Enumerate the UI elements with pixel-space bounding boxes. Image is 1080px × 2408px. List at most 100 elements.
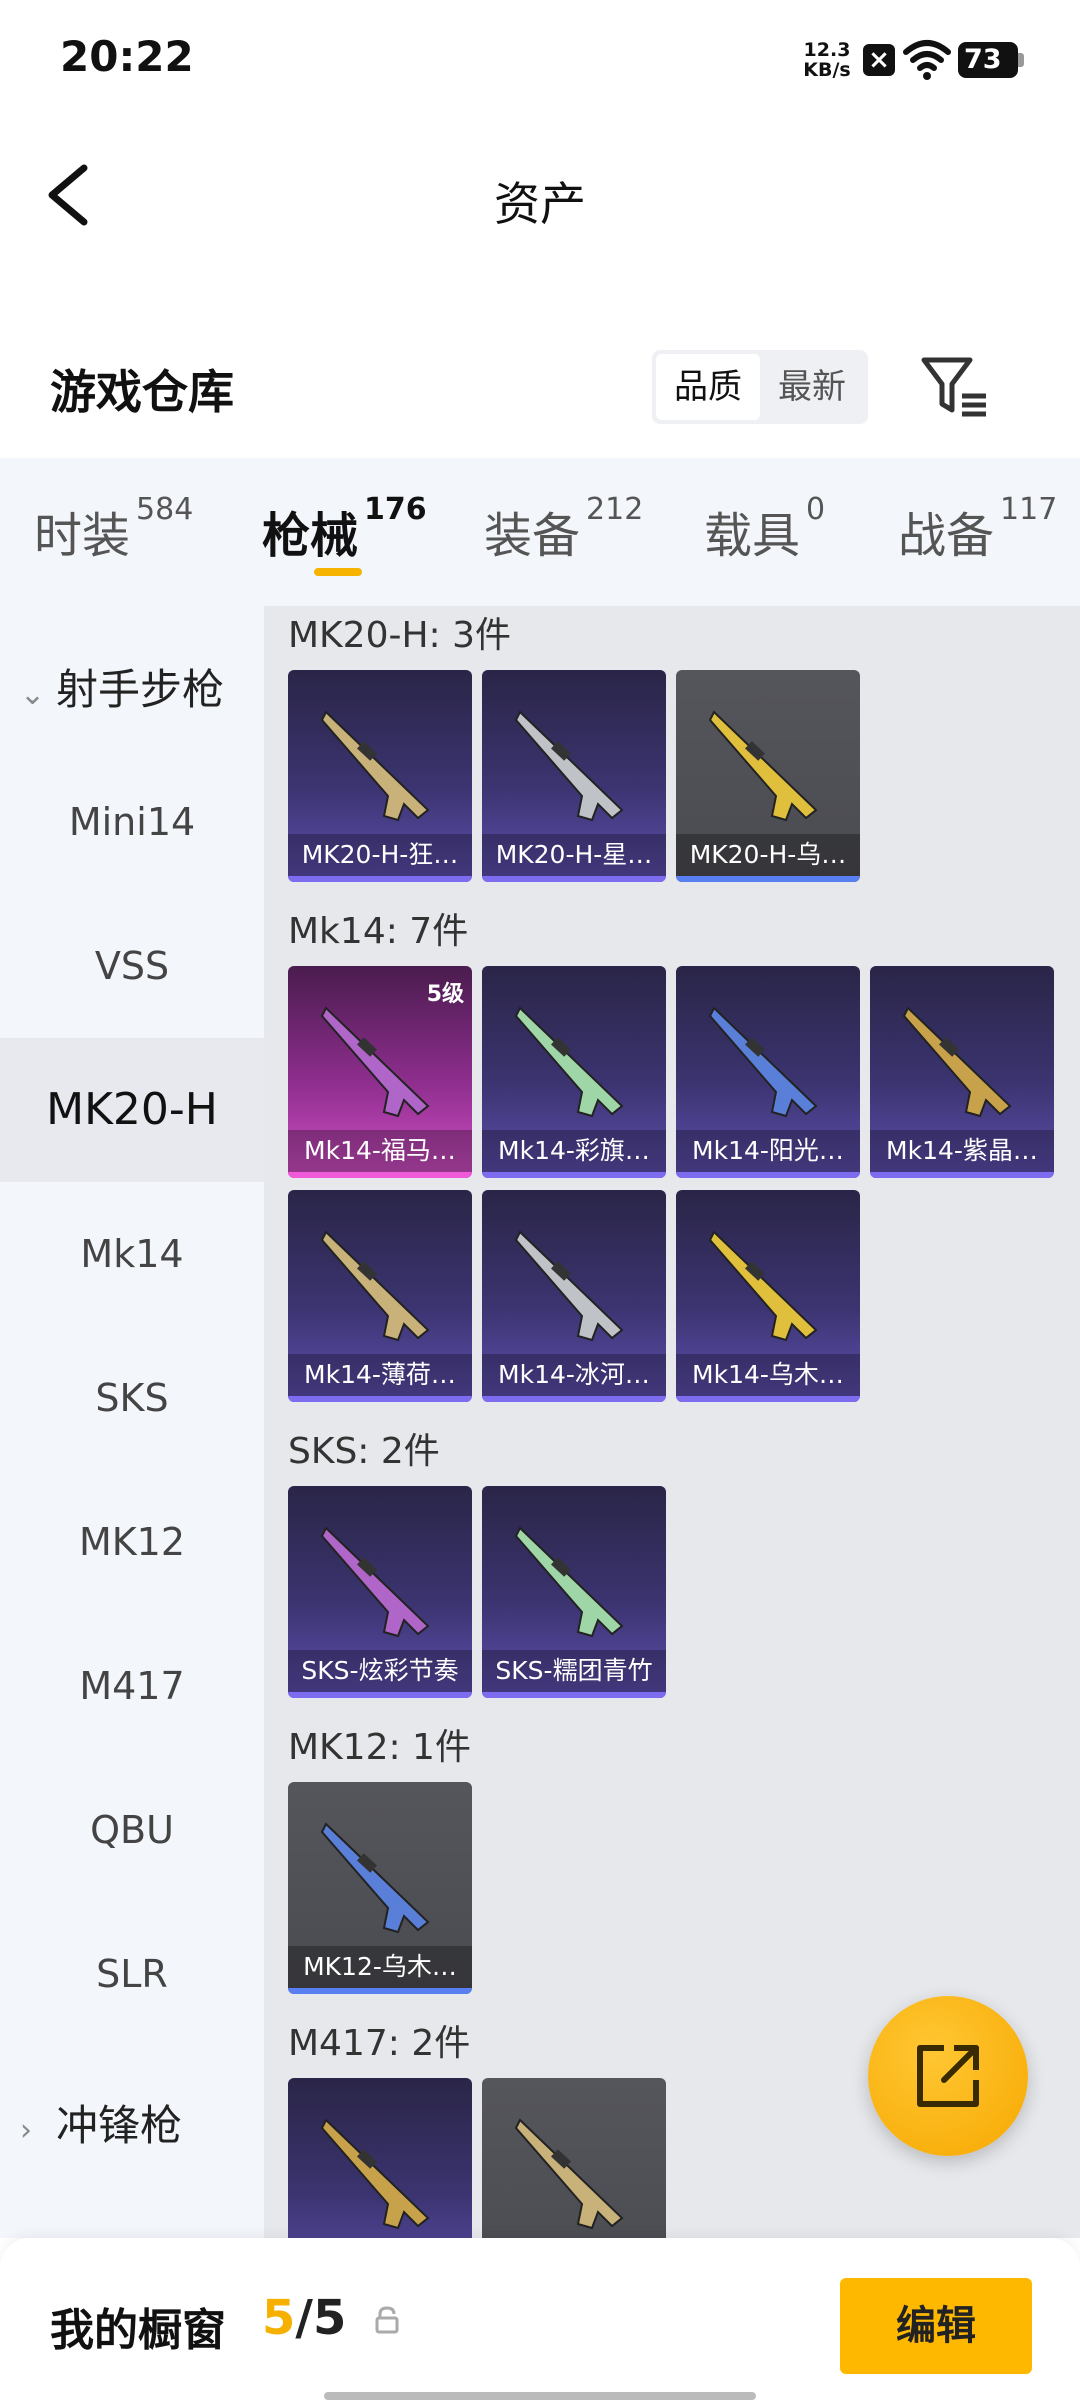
weapon-sidebar: ⌄ 射手步枪 Mini14 VSS MK20-H Mk14 SKS MK12 M4… [0, 606, 264, 2238]
battery-icon: 73 [958, 42, 1024, 78]
rarity-bar [482, 1396, 666, 1402]
weapon-card[interactable]: SKS-炫彩节奏 [288, 1486, 472, 1698]
weapon-image [320, 1230, 430, 1342]
weapon-image [514, 710, 624, 822]
lock-icon [375, 2306, 399, 2334]
weapon-name: Mk14-紫晶… [870, 1130, 1054, 1172]
weapon-card[interactable]: Mk14-冰河… [482, 1190, 666, 1402]
weapon-card[interactable]: MK20-H-狂… [288, 670, 472, 882]
rarity-bar [482, 876, 666, 882]
weapon-grid: MK20-H: 3件 MK20-H-狂… MK20-H-星… MK20-H-乌… Mk1… [264, 606, 1080, 2238]
weapon-card[interactable]: Mk14-彩旗… [482, 966, 666, 1178]
chevron-right-icon: › [20, 2113, 32, 2148]
weapon-image [320, 2118, 430, 2230]
tab-vehicles[interactable]: 载具 0 [704, 492, 825, 566]
sidebar-item-mk20h[interactable]: MK20-H [0, 1038, 264, 1182]
tab-outfits[interactable]: 时装 584 [34, 492, 193, 566]
weapon-name: SKS-炫彩节奏 [288, 1650, 472, 1692]
sort-toggle: 品质 最新 [652, 350, 868, 424]
sidebar-item-m417[interactable]: M417 [0, 1614, 264, 1758]
weapon-card[interactable]: MK20-H-乌… [676, 670, 860, 882]
weapon-card[interactable]: Mk14-薄荷… [288, 1190, 472, 1402]
rarity-bar [676, 876, 860, 882]
rarity-bar [482, 1172, 666, 1178]
weapon-image [902, 1006, 1012, 1118]
network-speed: 12.3 KB/s [803, 39, 851, 81]
sidebar-item-qbu[interactable]: QBU [0, 1758, 264, 1902]
rarity-bar [288, 1172, 472, 1178]
weapon-name: Mk14-薄荷… [288, 1354, 472, 1396]
section-title: MK12: 1件 [288, 1727, 471, 1768]
weapon-card[interactable] [288, 2078, 472, 2238]
notification-x-icon: × [863, 44, 895, 76]
rarity-bar [288, 876, 472, 882]
sidebar-item-sks[interactable]: SKS [0, 1326, 264, 1470]
weapon-name: MK12-乌木… [288, 1946, 472, 1988]
weapon-image [514, 1006, 624, 1118]
rarity-bar [288, 1692, 472, 1698]
sidebar-item-mini14[interactable]: Mini14 [0, 750, 264, 894]
rarity-bar [482, 1692, 666, 1698]
rarity-bar [870, 1172, 1054, 1178]
weapon-image [708, 1006, 818, 1118]
sidebar-group-marksman[interactable]: ⌄ 射手步枪 [20, 656, 224, 717]
home-indicator [324, 2392, 756, 2400]
status-bar: 20:22 12.3 KB/s × 73 [0, 0, 1080, 120]
weapon-card[interactable]: SKS-糯团青竹 [482, 1486, 666, 1698]
weapon-name: Mk14-乌木… [676, 1354, 860, 1396]
share-button[interactable] [868, 1996, 1028, 2156]
page-title: 资产 [494, 177, 586, 231]
weapon-image [708, 1230, 818, 1342]
level-badge: 5级 [426, 982, 464, 1007]
weapon-card[interactable]: MK20-H-星… [482, 670, 666, 882]
weapon-name: Mk14-彩旗… [482, 1130, 666, 1172]
filter-icon[interactable] [920, 354, 990, 418]
chevron-down-icon: ⌄ [20, 677, 46, 712]
weapon-name: MK20-H-狂… [288, 834, 472, 876]
weapon-image [320, 710, 430, 822]
weapon-image [514, 1526, 624, 1638]
weapon-card[interactable]: MK12-乌木… [288, 1782, 472, 1994]
tab-firearms[interactable]: 枪械 176 [262, 492, 427, 566]
rarity-bar [676, 1396, 860, 1402]
weapon-image [708, 710, 818, 822]
weapon-image [320, 1822, 430, 1934]
weapon-card[interactable]: Mk14-乌木… [676, 1190, 860, 1402]
sidebar-item-mk14[interactable]: Mk14 [0, 1182, 264, 1326]
weapon-image [514, 1230, 624, 1342]
weapon-name: Mk14-福马… [288, 1130, 472, 1172]
sidebar-item-vss[interactable]: VSS [0, 894, 264, 1038]
edit-button[interactable]: 编辑 [840, 2278, 1032, 2374]
weapon-card[interactable]: 5级 Mk14-福马… [288, 966, 472, 1178]
weapon-image [320, 1526, 430, 1638]
sidebar-item-slr[interactable]: SLR [0, 1902, 264, 2046]
section-title: MK20-H: 3件 [288, 615, 512, 656]
weapon-name: Mk14-阳光… [676, 1130, 860, 1172]
weapon-card[interactable]: Mk14-紫晶… [870, 966, 1054, 1178]
weapon-card[interactable] [482, 2078, 666, 2238]
section-title: M417: 2件 [288, 2023, 471, 2064]
weapon-image [514, 2118, 624, 2230]
weapon-name: Mk14-冰河… [482, 1354, 666, 1396]
warehouse-title: 游戏仓库 [50, 365, 234, 419]
sidebar-group-smg[interactable]: › 冲锋枪 [20, 2092, 182, 2153]
wifi-icon [903, 40, 951, 80]
section-title: Mk14: 7件 [288, 911, 469, 952]
showcase-bar: 我的橱窗 5/5 编辑 [0, 2238, 1080, 2408]
sidebar-item-mk12[interactable]: MK12 [0, 1470, 264, 1614]
showcase-count: 5/5 [262, 2290, 347, 2346]
weapon-card[interactable]: Mk14-阳光… [676, 966, 860, 1178]
sort-latest-option[interactable]: 最新 [760, 354, 864, 420]
category-tabs: 时装 584 枪械 176 装备 212 载具 0 战备 117 [0, 458, 1080, 606]
weapon-image [320, 1006, 430, 1118]
weapon-name: SKS-糯团青竹 [482, 1650, 666, 1692]
weapon-name: MK20-H-乌… [676, 834, 860, 876]
share-icon [917, 2045, 979, 2107]
showcase-label: 我的橱窗 [50, 2305, 226, 2356]
weapon-name: MK20-H-星… [482, 834, 666, 876]
tab-equipment[interactable]: 装备 212 [484, 492, 643, 566]
tab-gear[interactable]: 战备 117 [898, 492, 1057, 566]
rarity-bar [288, 1396, 472, 1402]
clock: 20:22 [60, 32, 194, 81]
sort-quality-option[interactable]: 品质 [656, 354, 760, 420]
